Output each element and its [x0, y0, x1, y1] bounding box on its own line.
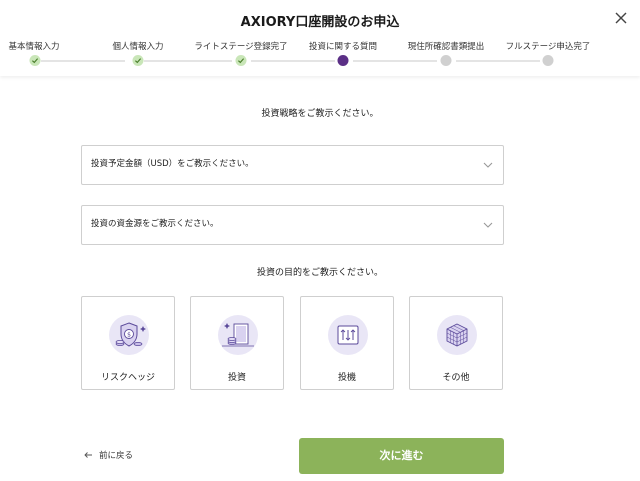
step-connector	[456, 60, 540, 62]
svg-text:$: $	[127, 332, 131, 339]
step-connector	[41, 60, 125, 62]
step-connector	[353, 60, 437, 62]
purpose-card-label: リスクヘッジ	[100, 373, 155, 383]
chevron-down-icon	[483, 162, 493, 168]
shield-coin-icon: $	[109, 315, 149, 355]
purpose-prompt: 投資の目的をご教示ください。	[256, 268, 383, 278]
purpose-card-investment[interactable]: 投資	[190, 296, 284, 390]
step-done-icon	[29, 55, 41, 66]
chart-arrows-icon	[328, 315, 368, 355]
close-icon[interactable]	[613, 10, 629, 26]
step-done-icon	[235, 55, 247, 66]
step-label: 個人情報入力	[112, 42, 164, 52]
cube-grid-icon	[437, 315, 477, 355]
purpose-card-label: 投機	[337, 373, 356, 383]
purpose-card-label: 投資	[227, 373, 246, 383]
fund-source-select[interactable]: 投資の資金源をご教示ください。	[81, 205, 504, 245]
next-button[interactable]: 次に進む	[299, 438, 504, 474]
strategy-prompt: 投資戦略をご教示ください。	[261, 109, 379, 119]
page-title: AXIORY口座開設のお申込	[240, 15, 400, 30]
purpose-card-risk-hedge[interactable]: $ リスクヘッジ	[81, 296, 175, 390]
step-current-icon	[337, 55, 349, 66]
header: AXIORY口座開設のお申込 基本情報入力 個人情報入力 ライトステージ登録完了…	[0, 0, 640, 76]
step-label: 現住所確認書類提出	[407, 42, 485, 52]
step-label: 投資に関する質問	[308, 42, 378, 52]
progress-stepper: 基本情報入力 個人情報入力 ライトステージ登録完了 投資に関する質問 現住所確認…	[0, 40, 640, 70]
back-button-label: 前に戻る	[99, 451, 134, 461]
chevron-down-icon	[483, 222, 493, 228]
purpose-card-speculation[interactable]: 投機	[300, 296, 394, 390]
step-label: 基本情報入力	[8, 42, 60, 52]
amount-select[interactable]: 投資予定金額（USD）をご教示ください。	[81, 145, 504, 185]
step-connector	[251, 60, 335, 62]
coins-door-icon	[218, 315, 258, 355]
step-label: ライトステージ登録完了	[194, 42, 288, 52]
purpose-card-other[interactable]: その他	[409, 296, 503, 390]
step-pending-icon	[440, 55, 452, 66]
step-connector	[144, 60, 232, 62]
arrow-left-icon	[84, 452, 92, 458]
step-pending-icon	[542, 55, 554, 66]
step-label: フルステージ申込完了	[505, 42, 591, 52]
amount-select-label: 投資予定金額（USD）をご教示ください。	[91, 159, 254, 169]
back-button[interactable]: 前に戻る	[84, 449, 133, 461]
purpose-card-label: その他	[442, 373, 470, 383]
fund-source-select-label: 投資の資金源をご教示ください。	[91, 219, 219, 229]
step-done-icon	[132, 55, 144, 66]
